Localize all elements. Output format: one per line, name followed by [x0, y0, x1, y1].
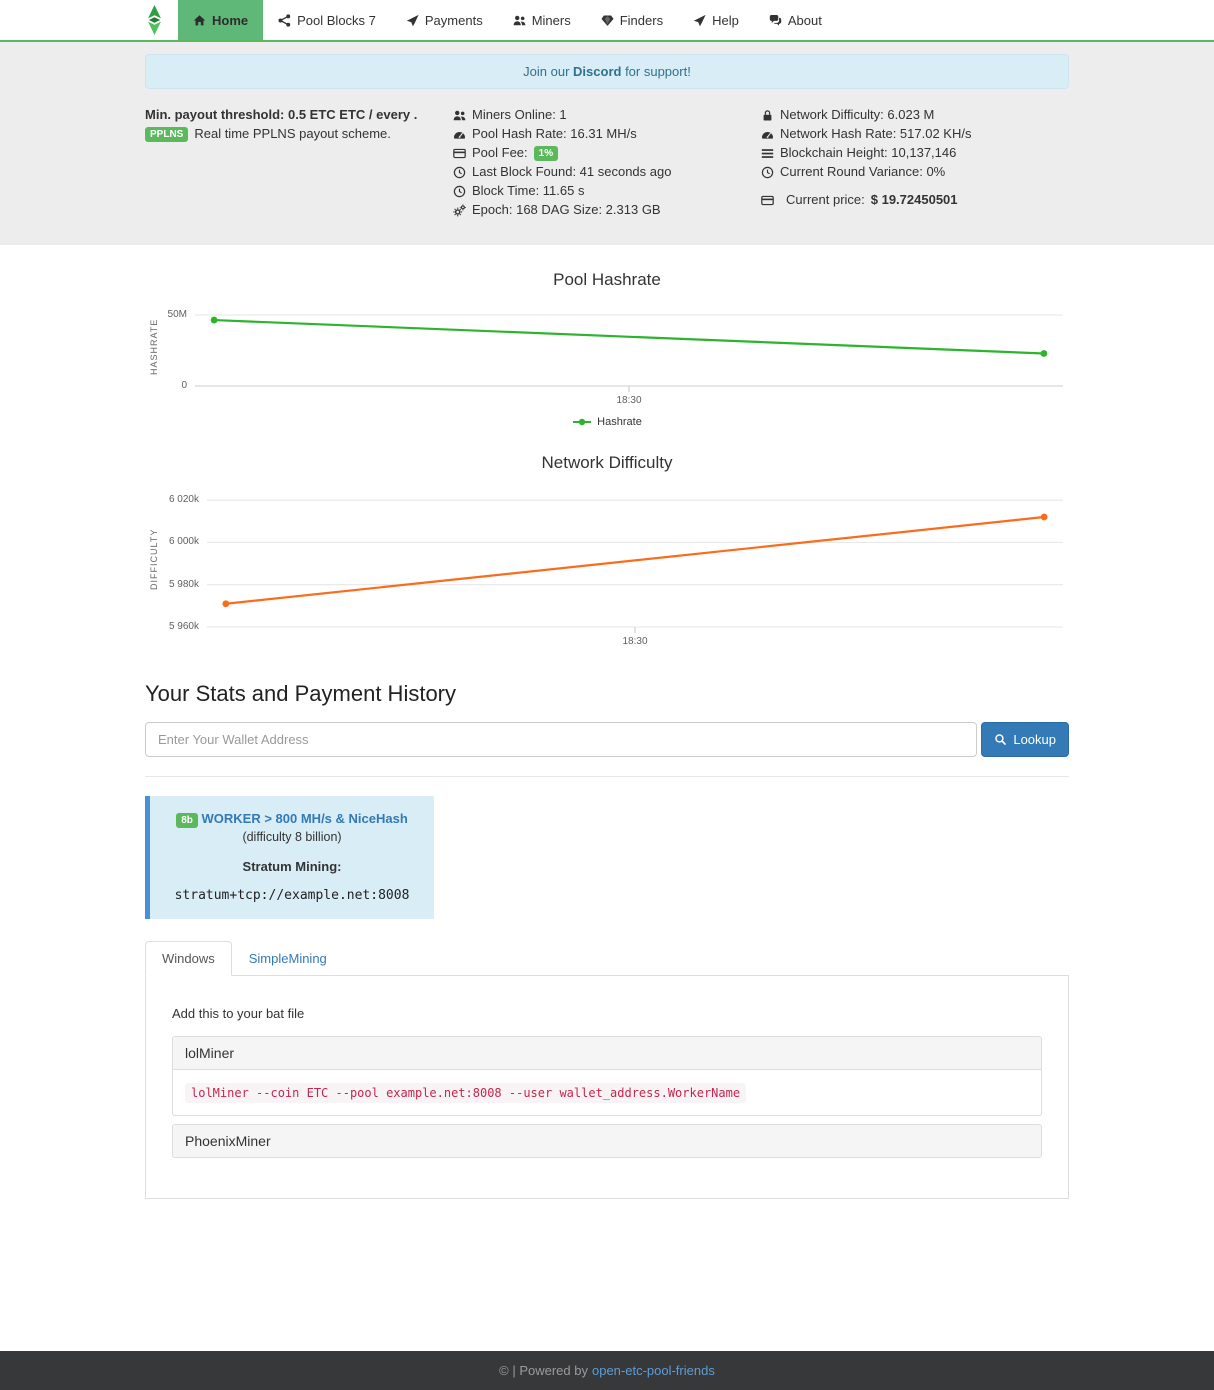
- stats-history-heading: Your Stats and Payment History: [145, 681, 1069, 707]
- lolminer-body: lolMiner --coin ETC --pool example.net:8…: [172, 1070, 1042, 1116]
- worker-subtitle: (difficulty 8 billion): [158, 830, 426, 844]
- clock-icon: [453, 166, 466, 179]
- main-nav: Home Pool Blocks 7 Payments Miners Finde…: [178, 0, 837, 40]
- y-axis-label: DIFFICULTY: [149, 491, 159, 627]
- pool-fee-stat: Pool Fee: 1%: [453, 145, 761, 161]
- price-value: $ 19.72450501: [871, 192, 958, 208]
- nav-label: About: [788, 13, 822, 28]
- alert-text: for support!: [621, 64, 690, 79]
- bat-file-panel: Add this to your bat file lolMiner lolMi…: [145, 975, 1069, 1199]
- clock-icon: [761, 166, 774, 179]
- legend-label: Hashrate: [597, 416, 642, 428]
- nav-item-pool-blocks[interactable]: Pool Blocks 7: [263, 0, 391, 40]
- paper-plane-icon: [406, 14, 419, 27]
- tab-windows[interactable]: Windows: [145, 941, 232, 976]
- payout-threshold: Min. payout threshold: 0.5 ETC ETC / eve…: [145, 107, 453, 122]
- footer: © | Powered by open-etc-pool-friends: [0, 1351, 1214, 1390]
- users-icon: [453, 109, 466, 122]
- network-stats-column: Network Difficulty: 6.023 M Network Hash…: [761, 107, 1069, 221]
- gem-icon: [601, 14, 614, 27]
- tab-simplemining[interactable]: SimpleMining: [232, 941, 344, 976]
- wallet-lookup-group: Lookup: [145, 722, 1069, 757]
- miners-online-stat: Miners Online: 1: [453, 107, 761, 123]
- wallet-address-input[interactable]: [145, 722, 977, 757]
- users-icon: [513, 14, 526, 27]
- discord-alert: Join our Discord for support!: [145, 54, 1069, 89]
- nav-item-about[interactable]: About: [754, 0, 837, 40]
- paper-plane-icon: [693, 14, 706, 27]
- last-block-stat: Last Block Found: 41 seconds ago: [453, 164, 761, 180]
- lock-icon: [761, 109, 774, 122]
- stats-section: Join our Discord for support! Min. payou…: [0, 42, 1214, 245]
- lookup-button-label: Lookup: [1013, 732, 1056, 747]
- stratum-label: Stratum Mining:: [158, 859, 426, 874]
- nav-label: Finders: [620, 13, 663, 28]
- accordion-lolminer[interactable]: lolMiner: [172, 1036, 1042, 1070]
- clock-icon: [453, 185, 466, 198]
- block-time-stat: Block Time: 11.65 s: [453, 183, 761, 199]
- home-icon: [193, 14, 206, 27]
- epoch-stat: Epoch: 168 DAG Size: 2.313 GB: [453, 202, 761, 218]
- bars-icon: [761, 147, 774, 160]
- payout-stats-column: Min. payout threshold: 0.5 ETC ETC / eve…: [145, 107, 453, 221]
- etc-diamond-icon: [145, 5, 164, 35]
- search-icon: [994, 733, 1007, 746]
- cogs-icon: [453, 204, 466, 217]
- legend-marker-icon: [572, 417, 592, 427]
- divider: [145, 776, 1069, 777]
- discord-link[interactable]: Discord: [573, 64, 621, 79]
- nav-label: Payments: [425, 13, 483, 28]
- stratum-url: stratum+tcp://example.net:8008: [158, 888, 426, 903]
- pplns-text: Real time PPLNS payout scheme.: [194, 126, 391, 142]
- footer-text: © | Powered by: [499, 1363, 588, 1378]
- credit-card-icon: [761, 194, 774, 207]
- pool-stats-column: Miners Online: 1 Pool Hash Rate: 16.31 M…: [453, 107, 761, 221]
- pool-fee-badge: 1%: [534, 146, 558, 161]
- network-difficulty-stat: Network Difficulty: 6.023 M: [761, 107, 1069, 123]
- tachometer-icon: [453, 128, 466, 141]
- nav-item-help[interactable]: Help: [678, 0, 754, 40]
- nav-item-miners[interactable]: Miners: [498, 0, 586, 40]
- worker-title: WORKER > 800 MH/s & NiceHash: [202, 811, 408, 826]
- lookup-button[interactable]: Lookup: [981, 722, 1069, 757]
- credit-card-icon: [453, 147, 466, 160]
- lolminer-command: lolMiner --coin ETC --pool example.net:8…: [185, 1083, 746, 1103]
- bat-intro-text: Add this to your bat file: [172, 1006, 1042, 1021]
- nav-label: Pool Blocks 7: [297, 13, 376, 28]
- blockchain-height-stat: Blockchain Height: 10,137,146: [761, 145, 1069, 161]
- nav-label: Home: [212, 13, 248, 28]
- os-tabs: Windows SimpleMining: [145, 941, 1069, 976]
- etc-logo[interactable]: [145, 0, 178, 40]
- alert-text: Join our: [523, 64, 573, 79]
- nav-item-payments[interactable]: Payments: [391, 0, 498, 40]
- pool-hashrate-stat: Pool Hash Rate: 16.31 MH/s: [453, 126, 761, 142]
- network-difficulty-chart: DIFFICULTY 5 960k5 980k6 000k6 020k18:30: [145, 491, 1069, 653]
- accordion-phoenixminer[interactable]: PhoenixMiner: [172, 1124, 1042, 1158]
- current-price-stat: Current price: $ 19.72450501: [761, 192, 1069, 208]
- network-hashrate-stat: Network Hash Rate: 517.02 KH/s: [761, 126, 1069, 142]
- nav-item-home[interactable]: Home: [178, 0, 263, 40]
- comments-icon: [769, 14, 782, 27]
- tachometer-icon: [761, 128, 774, 141]
- footer-link[interactable]: open-etc-pool-friends: [592, 1363, 715, 1378]
- pool-hashrate-title: Pool Hashrate: [145, 270, 1069, 290]
- pplns-badge: PPLNS: [145, 127, 188, 142]
- navbar: Home Pool Blocks 7 Payments Miners Finde…: [0, 0, 1214, 42]
- difficulty-badge: 8b: [176, 813, 198, 828]
- nav-label: Help: [712, 13, 739, 28]
- hashrate-legend[interactable]: Hashrate: [145, 416, 1069, 428]
- nav-item-finders[interactable]: Finders: [586, 0, 678, 40]
- share-alt-icon: [278, 14, 291, 27]
- network-difficulty-title: Network Difficulty: [145, 453, 1069, 473]
- nav-label: Miners: [532, 13, 571, 28]
- worker-info-box: 8b WORKER > 800 MH/s & NiceHash (difficu…: [145, 796, 434, 919]
- main-content: Pool Hashrate HASHRATE 050M18:30 Hashrat…: [145, 270, 1069, 1199]
- pool-hashrate-chart: HASHRATE 050M18:30: [145, 308, 1069, 410]
- round-variance-stat: Current Round Variance: 0%: [761, 164, 1069, 180]
